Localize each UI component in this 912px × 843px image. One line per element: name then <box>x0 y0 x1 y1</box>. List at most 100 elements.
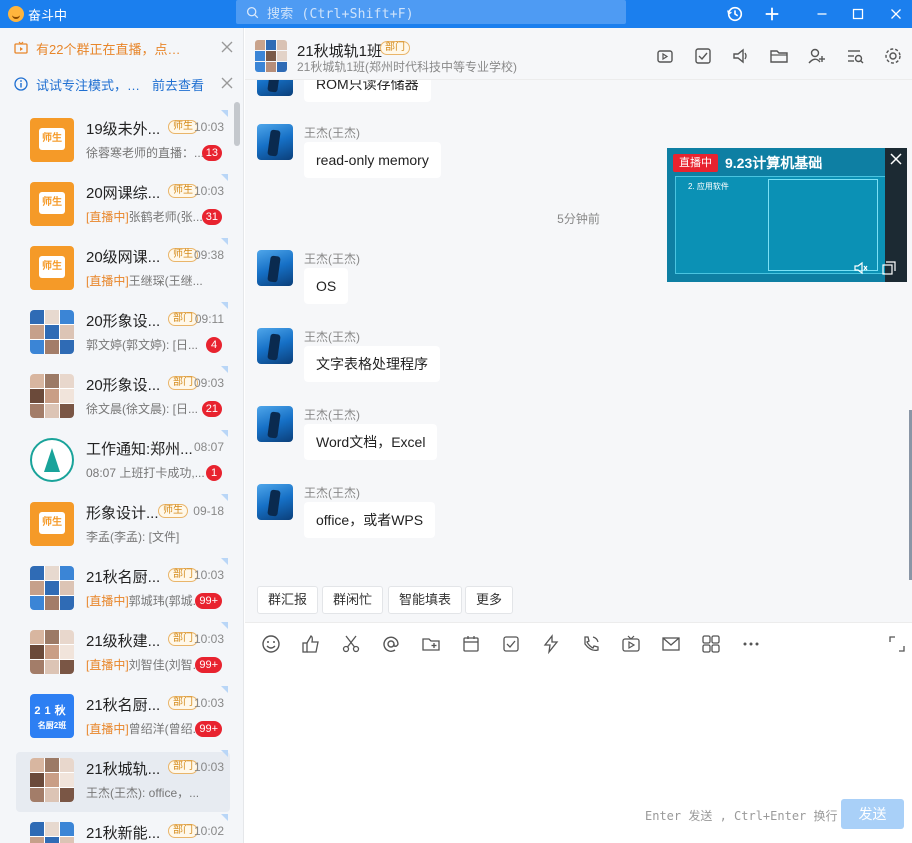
department-tag: 部门 <box>380 41 410 55</box>
calendar-icon[interactable] <box>461 634 481 654</box>
lightning-icon[interactable] <box>541 634 561 655</box>
thumbs-up-icon[interactable] <box>301 634 321 654</box>
message-bubble[interactable]: office，或者WPS <box>304 502 436 538</box>
sender-avatar[interactable] <box>257 328 293 364</box>
chat-name: 21级秋建... <box>86 633 161 650</box>
group-avatar[interactable] <box>255 40 287 72</box>
app-brand[interactable]: 奋斗中 <box>8 4 67 24</box>
chat-avatar[interactable] <box>30 630 74 674</box>
popout-icon[interactable] <box>881 260 897 276</box>
todo-check-icon[interactable] <box>693 46 713 66</box>
apps-icon[interactable] <box>701 634 721 654</box>
chat-avatar[interactable] <box>30 310 74 354</box>
live-video-window[interactable]: 2. 应用软件 直播中 9.23计算机基础 <box>667 148 907 282</box>
book-icon: 师生 <box>39 512 65 534</box>
minimize-icon[interactable] <box>810 2 834 26</box>
close-notice-icon[interactable] <box>220 40 234 54</box>
add-folder-icon[interactable] <box>421 634 441 654</box>
close-focus-notice-icon[interactable] <box>220 76 234 90</box>
user-status: 奋斗中 <box>28 7 68 23</box>
chat-preview: [直播中]郭城玮(郭城... <box>86 592 206 609</box>
mail-icon[interactable] <box>661 634 681 654</box>
chat-preview: [直播中]刘智佳(刘智... <box>86 656 206 673</box>
live-video-title: 9.23计算机基础 <box>725 155 823 171</box>
sender-avatar[interactable] <box>257 80 293 96</box>
history-icon[interactable] <box>723 2 747 26</box>
preview-text: 刘智佳(刘智... <box>128 658 203 672</box>
expand-editor-icon[interactable] <box>887 634 907 654</box>
chat-list-item[interactable]: 师生 形象设计... 师生 09-18 李孟(李孟): [文件] <box>16 494 230 556</box>
chat-avatar[interactable] <box>30 438 74 482</box>
close-window-icon[interactable] <box>884 2 908 26</box>
group-report-button[interactable]: 群汇报 <box>257 586 319 614</box>
sender-avatar[interactable] <box>257 124 293 160</box>
sender-avatar[interactable] <box>257 484 293 520</box>
announcement-icon[interactable] <box>731 46 751 66</box>
add-member-icon[interactable] <box>807 46 827 66</box>
chat-preview: [直播中]曾绍洋(曾绍... <box>86 720 206 737</box>
search-input[interactable]: 搜索 (Ctrl+Shift+F) <box>236 0 626 24</box>
preview-text: 王继琛(王继... <box>128 274 203 288</box>
folder-icon[interactable] <box>769 46 789 66</box>
chat-list-item[interactable]: 21秋新能... 部门 10:02 <box>16 814 230 843</box>
sender-avatar[interactable] <box>257 406 293 442</box>
chat-list-item[interactable]: 师生 20级网课... 师生 09:38 [直播中]王继琛(王继... <box>16 238 230 300</box>
chat-list-item[interactable]: 21秋城轨... 部门 10:03 王杰(王杰): office，... <box>16 750 230 812</box>
chat-name: 21秋城轨... <box>86 761 161 778</box>
chat-list-item[interactable]: 师生 20网课综... 师生 10:03 [直播中]张鹤老师(张... 31 <box>16 174 230 236</box>
chat-avatar[interactable]: 师生 <box>30 502 74 546</box>
chat-avatar[interactable] <box>30 758 74 802</box>
live-notice[interactable]: 有22个群正在直播，点… <box>14 36 238 60</box>
close-video-icon[interactable] <box>889 152 903 166</box>
chat-name: 20形象设... <box>86 377 161 394</box>
sender-avatar[interactable] <box>257 250 293 286</box>
live-stream-icon[interactable] <box>655 46 675 66</box>
search-history-icon[interactable] <box>845 46 865 66</box>
volume-icon[interactable] <box>853 260 869 276</box>
voice-call-icon[interactable] <box>581 634 601 654</box>
maximize-icon[interactable] <box>846 2 870 26</box>
message-composer[interactable]: Enter 发送 , Ctrl+Enter 换行 发送 <box>245 622 912 843</box>
chat-preview: 08:07 上班打卡成功,... <box>86 464 206 481</box>
message-bubble[interactable]: read-only memory <box>304 142 441 178</box>
focus-view-link[interactable]: 前去查看 <box>152 75 204 94</box>
more-button[interactable]: 更多 <box>465 586 514 614</box>
message-bubble[interactable]: ROM只读存储器 <box>304 80 431 102</box>
message-bubble[interactable]: 文字表格处理程序 <box>304 346 440 382</box>
chat-list-item[interactable]: 工作通知:郑州... 08:07 08:07 上班打卡成功,... 1 <box>16 430 230 492</box>
send-hint: Enter 发送 , Ctrl+Enter 换行 <box>645 809 838 823</box>
live-broadcast-icon[interactable] <box>621 634 641 654</box>
chat-avatar[interactable]: 师生 <box>30 246 74 290</box>
live-notice-text: 有22个群正在直播，点… <box>36 41 181 57</box>
chat-list-item[interactable]: 师生 19级未外... 师生 10:03 徐蓉寒老师的直播：... 13 <box>16 110 230 172</box>
chat-list-item[interactable]: 20形象设... 部门 09:11 郭文婷(郭文婷): [日... 4 <box>16 302 230 364</box>
group-busy-button[interactable]: 群闲忙 <box>322 586 384 614</box>
send-button[interactable]: 发送 <box>841 799 904 829</box>
chat-name: 工作通知:郑州... <box>86 441 193 458</box>
chat-list-item[interactable]: 21级秋建... 部门 10:03 [直播中]刘智佳(刘智... 99+ <box>16 622 230 684</box>
smart-form-button[interactable]: 智能填表 <box>388 586 463 614</box>
chat-avatar[interactable]: 21秋 名厨2班 <box>30 694 74 738</box>
chat-list-item[interactable]: 20形象设... 部门 09:03 徐文晨(徐文晨): [日... 21 <box>16 366 230 428</box>
chat-avatar[interactable] <box>30 566 74 610</box>
book-icon: 师生 <box>39 192 65 214</box>
live-prefix: [直播中] <box>86 722 129 736</box>
task-check-icon[interactable] <box>501 634 521 654</box>
chat-name: 20级网课... <box>86 249 161 266</box>
chat-avatar[interactable]: 师生 <box>30 118 74 162</box>
pinned-corner-icon <box>221 238 228 245</box>
more-tools-icon[interactable] <box>741 634 761 654</box>
chat-avatar[interactable] <box>30 374 74 418</box>
message-bubble[interactable]: OS <box>304 268 349 304</box>
emoji-icon[interactable] <box>261 634 281 654</box>
message-bubble[interactable]: Word文档，Excel <box>304 424 438 460</box>
chat-avatar[interactable] <box>30 822 74 843</box>
add-icon[interactable] <box>760 2 784 26</box>
mention-icon[interactable] <box>381 634 401 654</box>
list-scrollbar[interactable] <box>234 102 240 146</box>
chat-list-item[interactable]: 21秋 名厨2班 21秋名厨... 部门 10:03 [直播中]曾绍洋(曾绍... 99+ <box>16 686 230 748</box>
chat-list-item[interactable]: 21秋名厨... 部门 10:03 [直播中]郭城玮(郭城... 99+ <box>16 558 230 620</box>
chat-avatar[interactable]: 师生 <box>30 182 74 226</box>
scissors-icon[interactable] <box>341 634 361 654</box>
settings-gear-icon[interactable] <box>883 46 903 66</box>
